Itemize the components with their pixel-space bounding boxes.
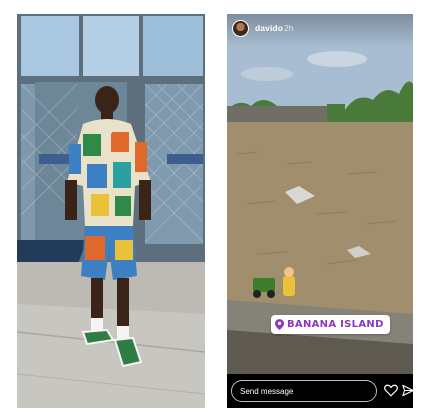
story-footer: Send message xyxy=(227,374,413,408)
username[interactable]: davido xyxy=(255,23,283,33)
profile-avatar[interactable] xyxy=(232,20,249,37)
send-message-input[interactable]: Send message xyxy=(231,380,377,402)
location-pin-icon xyxy=(275,319,284,330)
paper-plane-icon[interactable] xyxy=(402,384,413,397)
story-header: davido 2h xyxy=(227,14,413,48)
heart-icon[interactable] xyxy=(384,384,398,397)
location-sticker[interactable]: BANANA ISLAND xyxy=(271,315,390,334)
send-message-placeholder: Send message xyxy=(240,386,294,396)
person-photo-illustration xyxy=(17,14,205,408)
location-label: BANANA ISLAND xyxy=(287,319,384,330)
left-photo xyxy=(17,14,205,408)
page: davido 2h BANANA ISLAND Send message xyxy=(0,0,431,420)
story-viewer[interactable]: davido 2h BANANA ISLAND Send message xyxy=(227,14,413,408)
story-photo xyxy=(227,14,413,408)
timestamp: 2h xyxy=(284,23,294,33)
